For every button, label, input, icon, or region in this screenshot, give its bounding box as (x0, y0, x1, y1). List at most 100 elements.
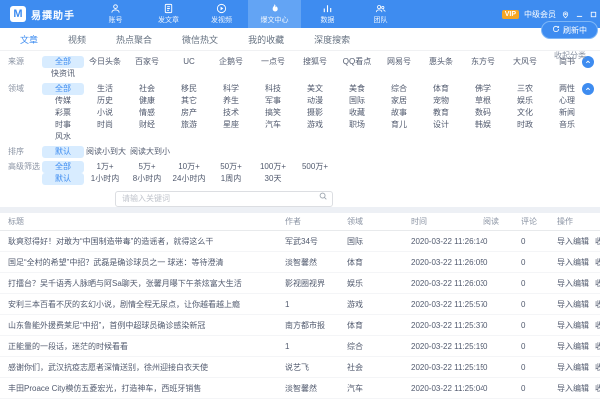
favorite-button[interactable]: 收藏 (595, 278, 600, 289)
filter-chip[interactable]: 500万+ (294, 161, 336, 173)
app-logo[interactable]: M 易撰助手 (0, 6, 83, 22)
filter-chip[interactable]: 阅读大到小 (128, 146, 172, 158)
import-edit-button[interactable]: 导入编辑 (557, 320, 589, 331)
filter-chip[interactable]: 音乐 (546, 119, 588, 131)
filter-chip[interactable]: 旅游 (168, 119, 210, 131)
filter-chip[interactable]: 草根 (462, 95, 504, 107)
filter-chip[interactable]: 东方号 (462, 56, 504, 68)
tab-video[interactable]: 视频 (68, 33, 86, 46)
filter-chip[interactable]: 三农 (504, 83, 546, 95)
filter-chip[interactable]: 家居 (378, 95, 420, 107)
filter-chip[interactable]: 50万+ (210, 161, 252, 173)
filter-chip[interactable]: UC (168, 56, 210, 68)
filter-chip[interactable]: 数码 (462, 107, 504, 119)
import-edit-button[interactable]: 导入编辑 (557, 278, 589, 289)
filter-chip[interactable]: 30天 (252, 173, 294, 185)
article-title[interactable]: 丰田Proace City模仿五菱宏光，打造神车，西班牙销售 (8, 383, 285, 394)
article-title[interactable]: 感谢你们，武汉抗疫志愿者深情送别，徐州迎接白衣天使 (8, 362, 285, 373)
article-title[interactable]: 正能量的一段话，迷茫的时候看看 (8, 341, 285, 352)
filter-chip[interactable]: 生活 (84, 83, 126, 95)
nav-item-data[interactable]: 数据 (301, 0, 354, 28)
filter-chip[interactable]: 教育 (420, 107, 462, 119)
filter-chip[interactable]: 1小时内 (84, 173, 126, 185)
filter-chip[interactable]: 健康 (126, 95, 168, 107)
import-edit-button[interactable]: 导入编辑 (557, 299, 589, 310)
filter-chip[interactable]: 新闻 (546, 107, 588, 119)
nav-item-hot-article-center[interactable]: 爆文中心 (248, 0, 301, 28)
maximize-icon[interactable] (589, 10, 598, 19)
filter-chip[interactable]: 网易号 (378, 56, 420, 68)
tab-wechat-hot[interactable]: 微信热文 (182, 33, 218, 46)
filter-chip[interactable]: 1周内 (210, 173, 252, 185)
favorite-button[interactable]: 收藏 (595, 341, 600, 352)
filter-chip[interactable]: 阅读小到大 (84, 146, 128, 158)
article-title[interactable]: 山东鲁能外援费莱尼“中招”，首例中超球员确诊感染新冠 (8, 320, 285, 331)
nav-item-publish-article[interactable]: 发文章 (142, 0, 195, 28)
tab-deep-search[interactable]: 深度搜索 (314, 33, 350, 46)
nav-item-team[interactable]: 团队 (354, 0, 407, 28)
import-edit-button[interactable]: 导入编辑 (557, 341, 589, 352)
article-title[interactable]: 打擂台？吴千语秀人脉晒与阿Sa聊天，张馨月曝下午茶炫富大生活 (8, 278, 285, 289)
favorite-button[interactable]: 收藏 (595, 383, 600, 394)
filter-chip[interactable]: 全部 (42, 83, 84, 95)
location-pin-icon[interactable] (561, 10, 570, 19)
filter-chip[interactable]: 今日头条 (84, 56, 126, 68)
filter-chip[interactable]: 其它 (168, 95, 210, 107)
filter-chip[interactable]: 一点号 (252, 56, 294, 68)
filter-chip[interactable]: 全部 (42, 56, 84, 68)
filter-chip[interactable]: 技术 (210, 107, 252, 119)
search-icon[interactable] (318, 191, 328, 201)
filter-chip[interactable]: 房产 (168, 107, 210, 119)
filter-chip[interactable]: 科学 (210, 83, 252, 95)
filter-chip[interactable]: 企鹅号 (210, 56, 252, 68)
filter-chip[interactable]: 佛学 (462, 83, 504, 95)
filter-chip[interactable]: 快资讯 (42, 68, 84, 80)
filter-chip[interactable]: 设计 (420, 119, 462, 131)
filter-chip[interactable]: 8小时内 (126, 173, 168, 185)
minimize-icon[interactable] (575, 10, 584, 19)
filter-chip[interactable]: 汽车 (252, 119, 294, 131)
filter-chip[interactable]: 惠头条 (420, 56, 462, 68)
filter-chip[interactable]: 搜狐号 (294, 56, 336, 68)
nav-item-publish-video[interactable]: 发视频 (195, 0, 248, 28)
filter-chip[interactable]: 财经 (126, 119, 168, 131)
filter-chip[interactable]: 游戏 (294, 119, 336, 131)
filter-chip[interactable]: 综合 (378, 83, 420, 95)
filter-chip[interactable]: 情感 (126, 107, 168, 119)
filter-chip[interactable]: 韩娱 (462, 119, 504, 131)
filter-chip[interactable]: 养生 (210, 95, 252, 107)
filter-chip[interactable]: 移民 (168, 83, 210, 95)
filter-chip[interactable]: 百家号 (126, 56, 168, 68)
filter-chip[interactable]: 动漫 (294, 95, 336, 107)
filter-chip[interactable]: 心理 (546, 95, 588, 107)
filter-chip[interactable]: 收藏 (336, 107, 378, 119)
refresh-button[interactable]: 刷新中 (541, 21, 598, 39)
filter-chip[interactable]: 1万+ (84, 161, 126, 173)
filter-chip[interactable]: 国际 (336, 95, 378, 107)
article-title[interactable]: 安利三本百看不厌的玄幻小说，剧情全程无尿点，让你越看越上瘾 (8, 299, 285, 310)
filter-chip[interactable]: 时政 (504, 119, 546, 131)
filter-chip[interactable]: 职场 (336, 119, 378, 131)
filter-chip[interactable]: 24小时内 (168, 173, 210, 185)
import-edit-button[interactable]: 导入编辑 (557, 236, 589, 247)
filter-chip[interactable]: 全部 (42, 161, 84, 173)
filter-chip[interactable]: 体育 (420, 83, 462, 95)
nav-item-account[interactable]: 账号 (89, 0, 142, 28)
filter-chip[interactable]: 宠物 (420, 95, 462, 107)
filter-chip[interactable]: 历史 (84, 95, 126, 107)
tab-article[interactable]: 文章 (20, 33, 38, 46)
article-title[interactable]: 耿爽怼得好！对敢为“中国制造带毒”的造谣者，就得这么干 (8, 236, 285, 247)
article-title[interactable]: 国足“全村的希望”中招？武磊是确诊球员之一 球迷：等待澄清 (8, 257, 285, 268)
favorite-button[interactable]: 收藏 (595, 236, 600, 247)
filter-chip[interactable]: 社会 (126, 83, 168, 95)
favorite-button[interactable]: 收藏 (595, 320, 600, 331)
collapse-button[interactable] (582, 83, 594, 95)
import-edit-button[interactable]: 导入编辑 (557, 257, 589, 268)
filter-chip[interactable]: 传媒 (42, 95, 84, 107)
filter-chip[interactable]: 美食 (336, 83, 378, 95)
tab-my-favorites[interactable]: 我的收藏 (248, 33, 284, 46)
search-input[interactable] (115, 191, 333, 207)
filter-chip[interactable]: 文化 (504, 107, 546, 119)
filter-chip[interactable]: 搞笑 (252, 107, 294, 119)
filter-chip[interactable]: 10万+ (168, 161, 210, 173)
